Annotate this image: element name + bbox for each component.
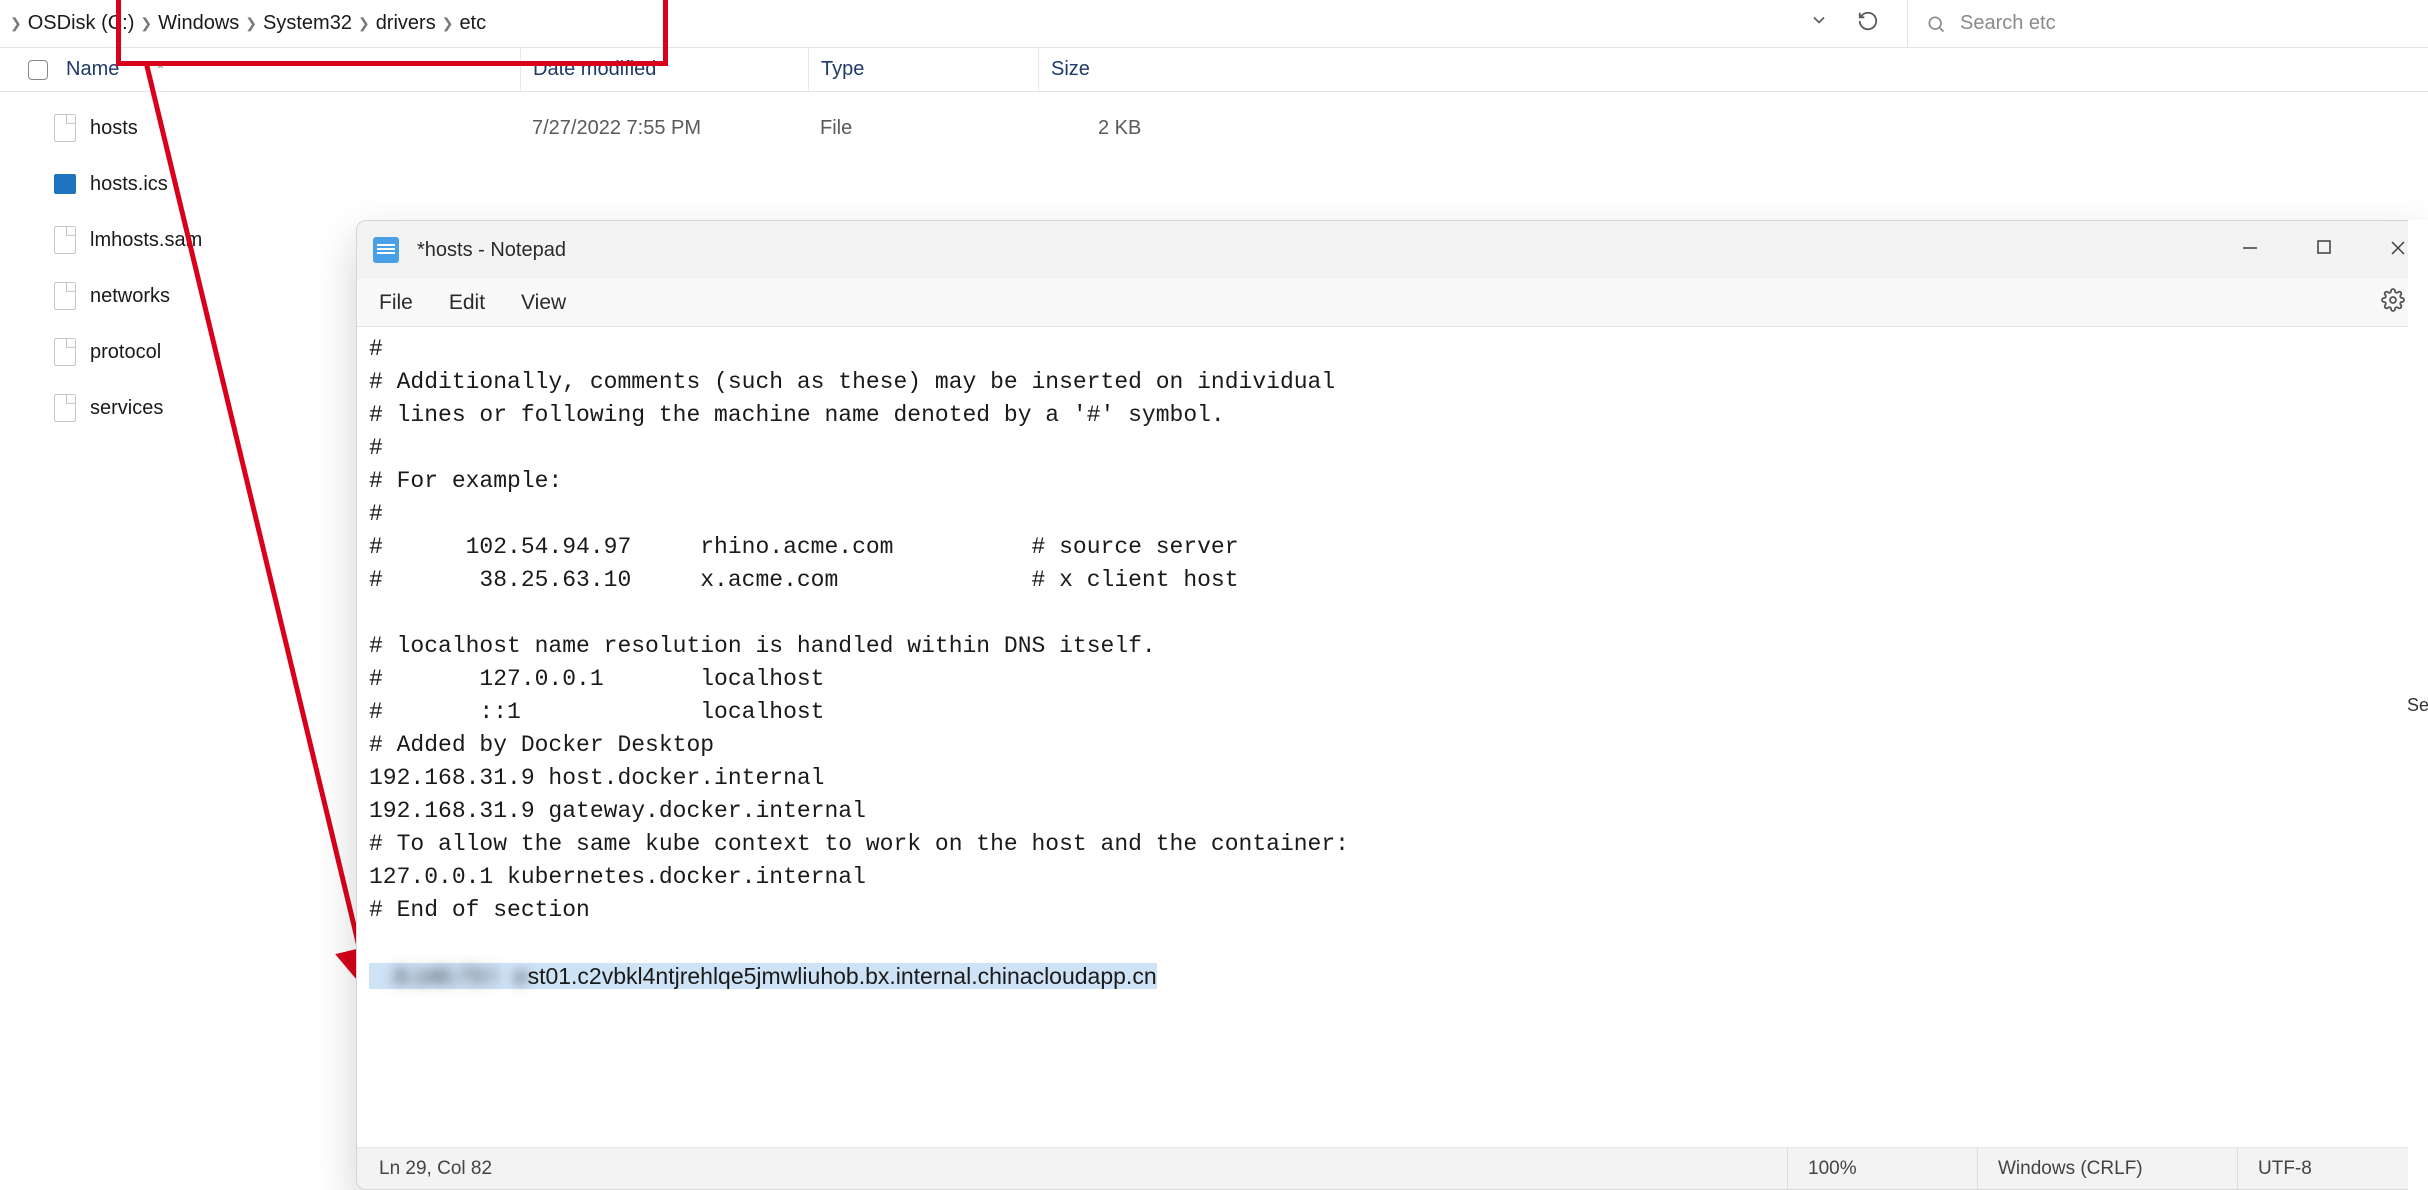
notepad-statusbar: Ln 29, Col 82 100% Windows (CRLF) UTF-8 bbox=[357, 1147, 2427, 1189]
file-date: 7/27/2022 7:55 PM bbox=[520, 117, 808, 140]
search-placeholder: Search etc bbox=[1960, 12, 2056, 35]
status-eol: Windows (CRLF) bbox=[1977, 1148, 2237, 1189]
minimize-button[interactable] bbox=[2237, 239, 2263, 262]
column-type-header[interactable]: Type bbox=[808, 48, 1038, 91]
search-icon bbox=[1926, 14, 1946, 34]
history-dropdown-icon[interactable] bbox=[1809, 10, 1829, 38]
notepad-title: *hosts - Notepad bbox=[417, 239, 566, 262]
notepad-menubar: File Edit View bbox=[357, 279, 2427, 327]
menu-file[interactable]: File bbox=[379, 291, 413, 315]
notepad-titlebar[interactable]: *hosts - Notepad bbox=[357, 221, 2427, 279]
file-size: 2 KB bbox=[1038, 117, 1141, 140]
search-input[interactable]: Search etc bbox=[1908, 12, 2428, 35]
status-zoom: 100% bbox=[1787, 1148, 1977, 1189]
file-row[interactable]: hosts.ics bbox=[0, 156, 2428, 212]
file-row[interactable]: hosts 7/27/2022 7:55 PMFile2 KB bbox=[0, 100, 2428, 156]
annotation-rectangle bbox=[116, 0, 668, 66]
maximize-button[interactable] bbox=[2311, 239, 2337, 262]
file-name: networks bbox=[90, 285, 170, 308]
file-icon bbox=[54, 226, 76, 254]
file-type: File bbox=[808, 117, 1038, 140]
refresh-icon[interactable] bbox=[1857, 10, 1879, 38]
file-icon bbox=[54, 282, 76, 310]
cutoff-fragment: Se bbox=[2408, 220, 2428, 1190]
selected-text: .9.140.73 l est01.c2vbkl4ntjrehlqe5jmwli… bbox=[369, 963, 1157, 989]
menu-view[interactable]: View bbox=[521, 291, 566, 315]
select-all-checkbox[interactable] bbox=[28, 60, 48, 80]
notepad-text-area[interactable]: # # Additionally, comments (such as thes… bbox=[357, 327, 2427, 1147]
status-position: Ln 29, Col 82 bbox=[357, 1158, 1787, 1180]
status-encoding: UTF-8 bbox=[2237, 1148, 2427, 1189]
file-icon bbox=[54, 114, 76, 142]
menu-edit[interactable]: Edit bbox=[449, 291, 485, 315]
calendar-file-icon bbox=[54, 174, 76, 194]
file-name: lmhosts.sam bbox=[90, 229, 202, 252]
column-name-header[interactable]: Name bbox=[66, 58, 119, 81]
settings-button[interactable] bbox=[2381, 288, 2405, 318]
file-name: protocol bbox=[90, 341, 161, 364]
file-name: hosts.ics bbox=[90, 173, 168, 196]
file-icon bbox=[54, 394, 76, 422]
file-icon bbox=[54, 338, 76, 366]
column-size-header[interactable]: Size bbox=[1038, 48, 1090, 91]
file-name: hosts bbox=[90, 117, 138, 140]
notepad-app-icon bbox=[373, 237, 399, 263]
chevron-right-icon: ❯ bbox=[10, 15, 22, 32]
file-name: services bbox=[90, 397, 163, 420]
notepad-window: *hosts - Notepad File Edit View # # Addi… bbox=[356, 220, 2428, 1190]
